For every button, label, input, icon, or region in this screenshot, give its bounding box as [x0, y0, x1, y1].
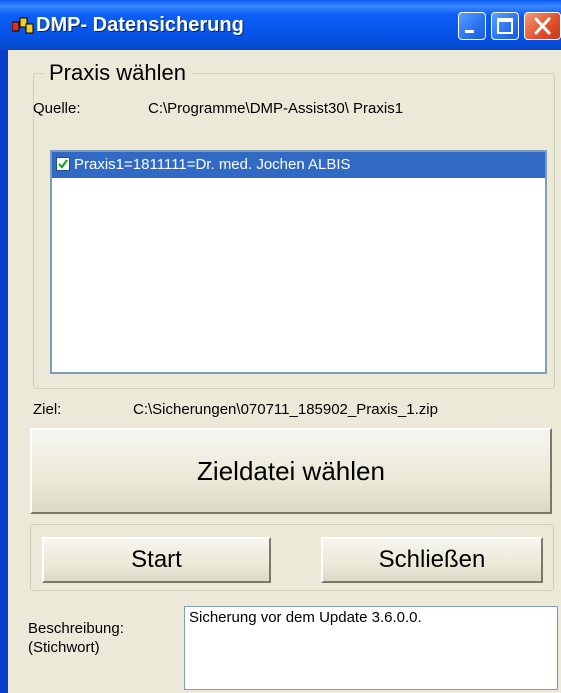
dialog-client-area: Praxis wählen Quelle: C:\Programme\DMP-A… [8, 50, 561, 693]
praxis-item-label: Praxis1=1811111=Dr. med. Jochen ALBIS [74, 156, 351, 173]
praxis-listbox[interactable]: Praxis1=1811111=Dr. med. Jochen ALBIS [50, 150, 547, 374]
app-window: DMP- Datensicherung Praxis wählen Quelle… [0, 0, 561, 693]
window-title: DMP- Datensicherung [36, 14, 244, 36]
source-path: C:\Programme\DMP-Assist30\ Praxis1 [148, 100, 404, 117]
description-label: Beschreibung: [28, 620, 124, 637]
checkmark-icon [58, 159, 68, 169]
close-dialog-button[interactable]: Schließen [321, 537, 543, 583]
minimize-icon [465, 30, 474, 33]
maximize-button[interactable] [491, 12, 519, 40]
target-label: Ziel: [33, 401, 62, 418]
app-icon [11, 17, 34, 35]
description-textarea[interactable]: Sicherung vor dem Update 3.6.0.0. [184, 606, 558, 690]
start-button[interactable]: Start [42, 537, 271, 583]
minimize-button[interactable] [458, 12, 486, 40]
close-button[interactable] [524, 12, 561, 40]
source-label: Quelle: [33, 100, 81, 117]
description-sublabel: (Stichwort) [28, 639, 100, 656]
praxis-checkbox[interactable] [56, 157, 70, 171]
title-bar[interactable]: DMP- Datensicherung [0, 0, 561, 50]
list-item[interactable]: Praxis1=1811111=Dr. med. Jochen ALBIS [52, 152, 545, 178]
target-path: C:\Sicherungen\070711_185902_Praxis_1.zi… [133, 401, 438, 418]
maximize-icon [497, 18, 513, 34]
close-icon [534, 17, 551, 35]
praxis-groupbox-legend: Praxis wählen [43, 60, 192, 86]
choose-target-file-button[interactable]: Zieldatei wählen [30, 428, 552, 514]
